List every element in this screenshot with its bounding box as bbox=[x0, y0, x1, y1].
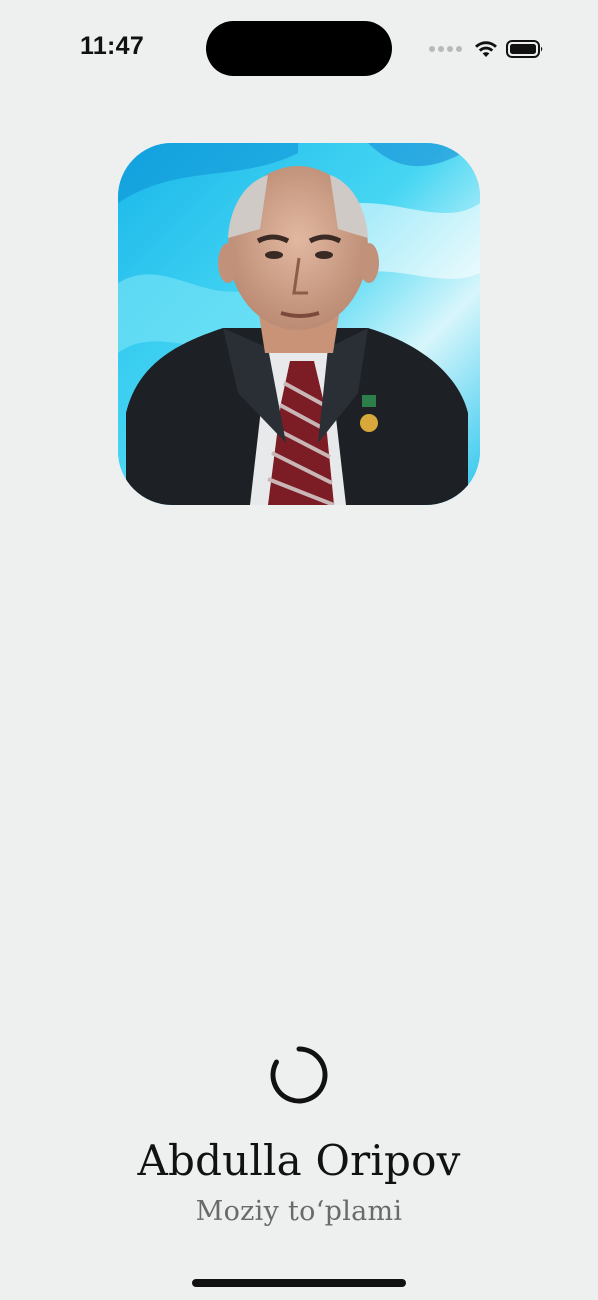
wifi-icon bbox=[474, 40, 498, 58]
dynamic-island bbox=[206, 21, 392, 76]
author-name: Abdulla Oripov bbox=[137, 1136, 461, 1185]
collection-title: Moziy to‘plami bbox=[195, 1196, 403, 1227]
home-indicator[interactable] bbox=[192, 1279, 406, 1287]
cellular-dots-icon bbox=[429, 46, 462, 52]
author-portrait-image bbox=[118, 143, 480, 505]
status-icons bbox=[429, 38, 544, 60]
loading-spinner-icon bbox=[268, 1044, 330, 1106]
status-time: 11:47 bbox=[80, 32, 145, 60]
battery-icon bbox=[506, 39, 544, 59]
